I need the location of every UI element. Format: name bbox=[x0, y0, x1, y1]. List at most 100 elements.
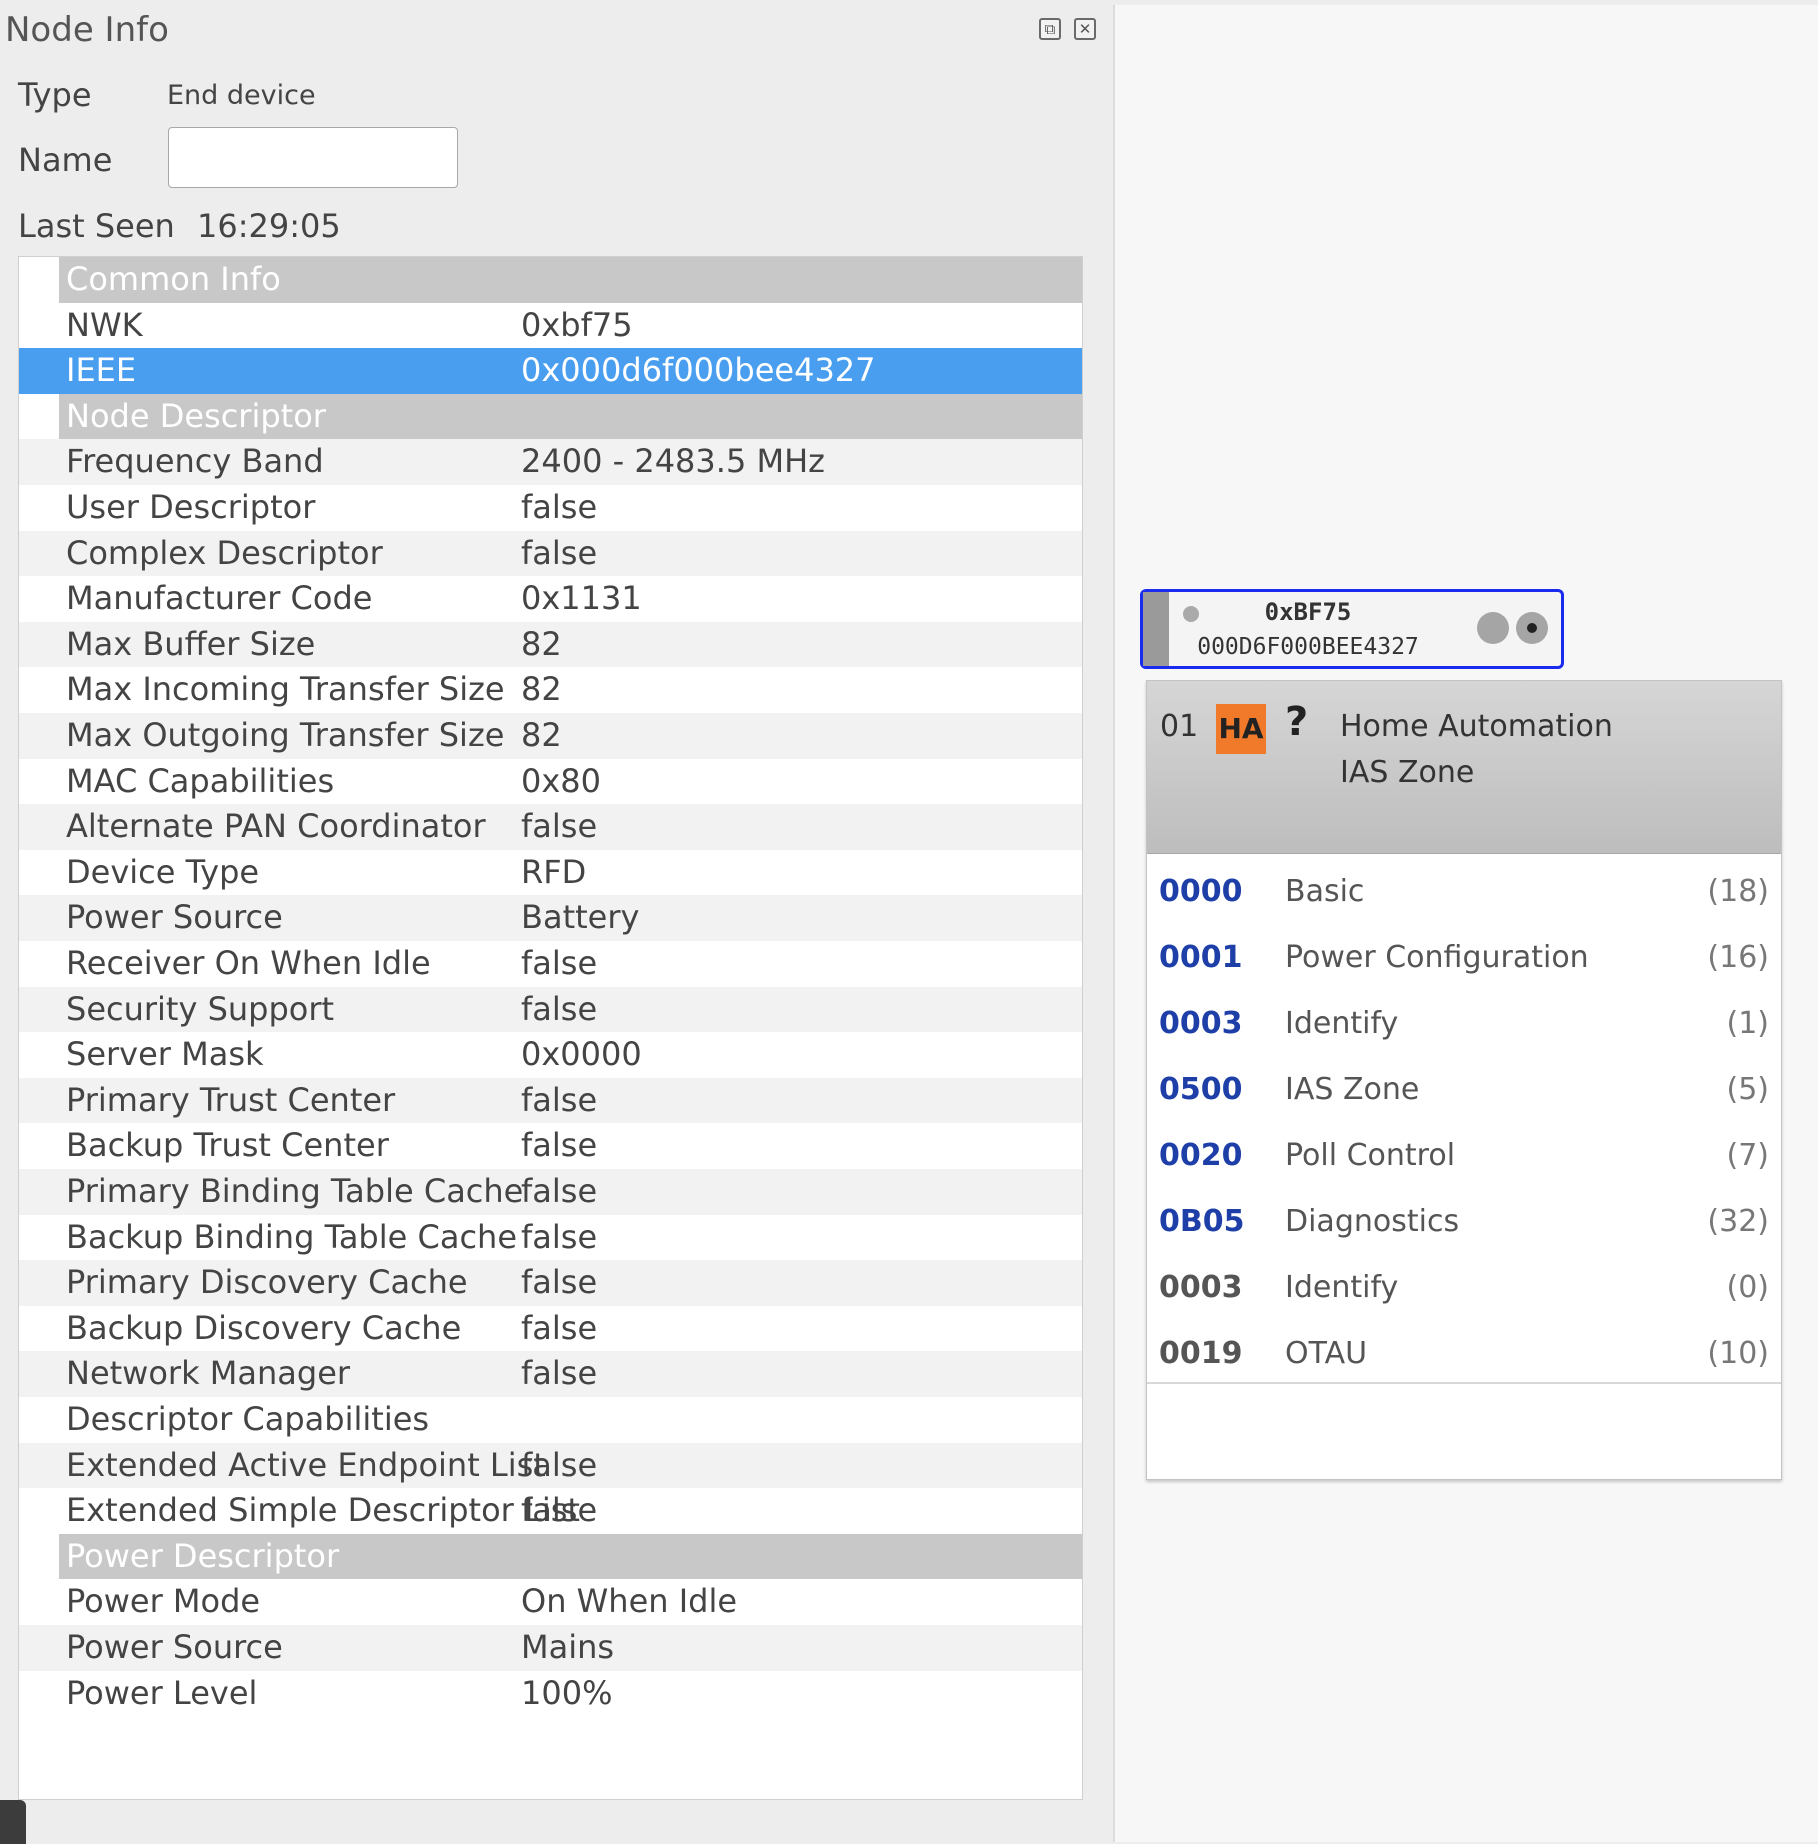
property-name: MAC Capabilities bbox=[66, 761, 335, 800]
type-value: End device bbox=[167, 80, 316, 111]
name-input[interactable] bbox=[168, 127, 458, 188]
tree-row[interactable]: Power Mode On When Idle bbox=[19, 1579, 1082, 1625]
property-name: Backup Trust Center bbox=[66, 1126, 389, 1165]
tree-row[interactable]: MAC Capabilities 0x80 bbox=[19, 758, 1082, 805]
property-value: 0x80 bbox=[521, 761, 602, 800]
cluster-attribute-count: (7) bbox=[1726, 1138, 1770, 1173]
property-value: false bbox=[521, 1263, 598, 1302]
tree-row[interactable]: Manufacturer Code 0x1131 bbox=[19, 576, 1082, 622]
cluster-row[interactable]: 0020 Poll Control (7) bbox=[1147, 1118, 1781, 1186]
property-value: false bbox=[521, 1217, 598, 1256]
property-value: 82 bbox=[521, 716, 562, 754]
tree-row[interactable]: Extended Active Endpoint List false bbox=[19, 1442, 1082, 1489]
tree-row[interactable]: Power Source Mains bbox=[19, 1625, 1082, 1671]
tree-row[interactable]: Primary Binding Table Cache false bbox=[19, 1169, 1082, 1215]
endpoint-profile: Home Automation bbox=[1340, 709, 1613, 744]
property-value: 0xbf75 bbox=[521, 305, 633, 344]
tree-row[interactable]: Power Source Battery bbox=[19, 895, 1082, 941]
cluster-row[interactable]: 0500 IAS Zone (5) bbox=[1147, 1052, 1781, 1120]
node-nwk-address: 0xBF75 bbox=[1264, 598, 1352, 626]
cluster-name: Basic bbox=[1285, 874, 1365, 909]
property-name: Backup Discovery Cache bbox=[66, 1308, 462, 1347]
node-endpoint-toggle[interactable] bbox=[1516, 612, 1548, 644]
property-name: Power Level bbox=[66, 1673, 258, 1712]
tree-row[interactable]: Backup Trust Center false bbox=[19, 1123, 1082, 1169]
tree-row[interactable]: Descriptor Capabilities bbox=[19, 1397, 1082, 1443]
tree-row[interactable]: Backup Discovery Cache false bbox=[19, 1305, 1082, 1352]
property-name: NWK bbox=[66, 305, 143, 344]
tree-section-header[interactable]: Common Info bbox=[19, 257, 1082, 303]
tree-row[interactable]: Device Type RFD bbox=[19, 849, 1082, 896]
cluster-row[interactable]: 0003 Identify (0) bbox=[1147, 1250, 1781, 1318]
cluster-row[interactable]: 0B05 Diagnostics (32) bbox=[1147, 1184, 1781, 1252]
tree-row[interactable]: Receiver On When Idle false bbox=[19, 941, 1082, 987]
endpoint-header[interactable]: 01 HA ? Home Automation IAS Zone bbox=[1147, 681, 1781, 854]
tree-row[interactable]: Alternate PAN Coordinator false bbox=[19, 804, 1082, 850]
profile-badge: HA bbox=[1216, 704, 1266, 754]
property-name: Power Mode bbox=[66, 1582, 261, 1621]
property-name: Alternate PAN Coordinator bbox=[66, 807, 486, 846]
close-icon[interactable]: ✕ bbox=[1074, 18, 1096, 40]
cluster-id: 0003 bbox=[1159, 1006, 1243, 1041]
node-card[interactable]: 0xBF75 000D6F000BEE4327 bbox=[1140, 589, 1564, 669]
property-value: false bbox=[521, 944, 598, 982]
tree-row[interactable]: Power Level 100% bbox=[19, 1670, 1082, 1717]
property-name: Power Source bbox=[66, 1628, 283, 1666]
property-value: 0x0000 bbox=[521, 1035, 642, 1074]
cluster-id: 0003 bbox=[1159, 1270, 1243, 1305]
cluster-row[interactable]: 0003 Identify (1) bbox=[1147, 986, 1781, 1054]
tree-row[interactable]: Frequency Band 2400 - 2483.5 MHz bbox=[19, 439, 1082, 485]
panel-title: Node Info bbox=[5, 10, 169, 50]
cluster-row[interactable]: 0001 Power Configuration (16) bbox=[1147, 920, 1781, 988]
cluster-attribute-count: (5) bbox=[1726, 1072, 1770, 1107]
tree-section-header[interactable]: Power Descriptor bbox=[19, 1533, 1082, 1580]
endpoint-card: 01 HA ? Home Automation IAS Zone 0000 Bas… bbox=[1146, 680, 1782, 1480]
node-info-tree[interactable]: Common Info NWK 0xbf75 IEEE 0x000d6f000bee43… bbox=[18, 256, 1083, 1800]
type-label: Type bbox=[18, 76, 92, 114]
property-name: Server Mask bbox=[66, 1035, 264, 1074]
tree-row[interactable]: Primary Trust Center false bbox=[19, 1077, 1082, 1124]
endpoint-id: 01 bbox=[1160, 709, 1199, 744]
property-value: 82 bbox=[521, 624, 562, 663]
tree-row[interactable]: Network Manager false bbox=[19, 1351, 1082, 1397]
last-seen-value: 16:29:05 bbox=[197, 207, 341, 245]
property-value: false bbox=[521, 1308, 598, 1347]
tree-row[interactable]: Extended Simple Descriptor List false bbox=[19, 1488, 1082, 1534]
property-name: Primary Discovery Cache bbox=[66, 1263, 468, 1302]
tree-row[interactable]: Backup Binding Table Cache false bbox=[19, 1214, 1082, 1261]
tree-row[interactable]: IEEE 0x000d6f000bee4327 bbox=[19, 348, 1082, 394]
cluster-name: Identify bbox=[1285, 1006, 1399, 1041]
property-value: 100% bbox=[521, 1673, 613, 1712]
property-value: 82 bbox=[521, 670, 562, 709]
tree-row[interactable]: Max Buffer Size 82 bbox=[19, 621, 1082, 668]
property-value: false bbox=[521, 1445, 598, 1484]
tree-row[interactable]: NWK 0xbf75 bbox=[19, 302, 1082, 349]
cluster-row[interactable]: 0000 Basic (18) bbox=[1147, 854, 1781, 922]
tree-section-header[interactable]: Node Descriptor bbox=[19, 393, 1082, 440]
tree-row[interactable]: Complex Descriptor false bbox=[19, 530, 1082, 577]
property-value: false bbox=[521, 1354, 598, 1393]
node-link-button[interactable] bbox=[1477, 612, 1509, 644]
tree-row[interactable]: Security Support false bbox=[19, 986, 1082, 1033]
cluster-id: 0000 bbox=[1159, 874, 1243, 909]
section-indent bbox=[19, 393, 59, 440]
tree-row[interactable]: Max Incoming Transfer Size 82 bbox=[19, 667, 1082, 713]
cluster-row[interactable]: 0019 OTAU (10) bbox=[1147, 1316, 1781, 1384]
cluster-name: Identify bbox=[1285, 1270, 1399, 1305]
tree-row[interactable]: Primary Discovery Cache false bbox=[19, 1260, 1082, 1306]
resize-handle[interactable] bbox=[0, 1800, 26, 1844]
tree-row[interactable]: Max Outgoing Transfer Size 82 bbox=[19, 713, 1082, 759]
property-value: Battery bbox=[521, 898, 640, 937]
float-icon[interactable]: ⧉ bbox=[1039, 18, 1061, 40]
property-name: Backup Binding Table Cache bbox=[66, 1217, 517, 1256]
cluster-id: 0019 bbox=[1159, 1336, 1243, 1371]
property-name: Max Outgoing Transfer Size bbox=[66, 716, 505, 754]
tree-row[interactable]: User Descriptor false bbox=[19, 485, 1082, 531]
node-ieee-address: 000D6F000BEE4327 bbox=[1197, 634, 1419, 660]
property-name: Descriptor Capabilities bbox=[66, 1400, 430, 1438]
tree-row[interactable]: Server Mask 0x0000 bbox=[19, 1032, 1082, 1078]
cluster-attribute-count: (16) bbox=[1707, 940, 1769, 975]
node-graph-canvas[interactable]: 0xBF75 000D6F000BEE4327 01 HA ? Home Aut… bbox=[1113, 5, 1818, 1842]
property-value: false bbox=[521, 989, 598, 1028]
property-value: false bbox=[521, 807, 598, 846]
